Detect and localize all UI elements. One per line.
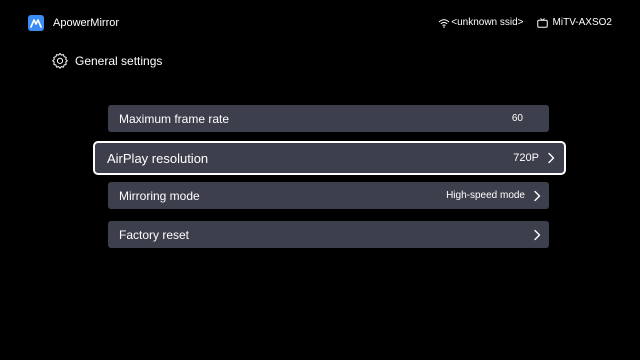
- setting-maximum-frame-rate[interactable]: Maximum frame rate 60: [108, 105, 549, 132]
- setting-airplay-resolution[interactable]: AirPlay resolution 720P: [93, 141, 566, 175]
- setting-label: AirPlay resolution: [107, 150, 209, 166]
- setting-value: 720P: [513, 152, 539, 164]
- setting-factory-reset[interactable]: Factory reset: [108, 221, 549, 248]
- setting-value: 60: [511, 113, 523, 124]
- chevron-right-icon: [547, 152, 555, 164]
- setting-value: High-speed mode: [446, 190, 525, 201]
- setting-label: Maximum frame rate: [119, 111, 230, 126]
- settings-list: Maximum frame rate 60 AirPlay resolution…: [0, 0, 640, 360]
- setting-label: Factory reset: [119, 227, 190, 242]
- setting-label: Mirroring mode: [119, 188, 200, 203]
- chevron-right-icon: [533, 190, 541, 202]
- setting-mirroring-mode[interactable]: Mirroring mode High-speed mode: [108, 182, 549, 209]
- chevron-right-icon: [533, 229, 541, 241]
